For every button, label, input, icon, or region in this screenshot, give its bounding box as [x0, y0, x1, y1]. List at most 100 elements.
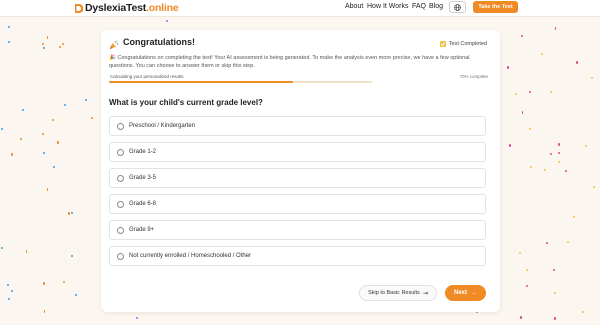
confetti-piece: [165, 20, 168, 23]
confetti-piece: [71, 212, 73, 215]
confetti-piece: [541, 52, 544, 55]
confetti-piece: [57, 140, 59, 144]
confetti-piece: [557, 160, 560, 163]
party-popper-icon: [109, 37, 119, 49]
option-grade-3-5[interactable]: Grade 3-5: [109, 168, 486, 188]
skip-button-label: Skip to Basic Results: [368, 290, 420, 296]
progress-bar: [109, 81, 372, 83]
confetti-piece: [544, 168, 547, 171]
globe-icon: [454, 0, 461, 16]
confetti-piece: [51, 119, 54, 122]
confetti-piece: [59, 45, 62, 48]
confetti-piece: [592, 186, 595, 189]
skip-to-basic-results-button[interactable]: Skip to Basic Results ⇥: [359, 285, 437, 301]
option-grade-6-8[interactable]: Grade 6-8: [109, 194, 486, 214]
confetti-piece: [550, 153, 553, 156]
confetti-piece: [11, 289, 14, 292]
nav-link-how-it-works[interactable]: How It Works: [367, 3, 409, 10]
question-title: What is your child's current grade level…: [109, 98, 263, 107]
confetti-piece: [135, 317, 138, 320]
confetti-piece: [7, 297, 10, 300]
confetti-piece: [529, 127, 532, 130]
confetti-piece: [557, 152, 560, 155]
confetti-piece: [545, 241, 548, 244]
next-button[interactable]: Next →: [445, 285, 486, 301]
confetti-piece: [46, 35, 49, 39]
option-label: Grade 1-2: [129, 149, 157, 155]
radio-button[interactable]: [117, 174, 124, 182]
confetti-piece: [7, 26, 10, 29]
results-card: Congratulations! Test Completed 🎉 Congra…: [101, 30, 500, 312]
site-logo[interactable]: DyslexiaTest .online: [74, 1, 179, 15]
confetti-piece: [74, 294, 77, 297]
card-header: Congratulations!: [109, 37, 195, 49]
confetti-piece: [554, 316, 556, 320]
radio-button[interactable]: [117, 122, 124, 130]
option-preschool-kindergarten[interactable]: Preschool / Kindergarten: [109, 116, 486, 136]
confetti-piece: [20, 138, 23, 141]
confetti-piece: [68, 211, 70, 215]
option-label: Grade 3-5: [129, 175, 157, 181]
arrow-right-icon: ⇥: [422, 290, 428, 297]
confetti-piece: [85, 99, 88, 102]
confetti-piece: [553, 291, 556, 294]
confetti-piece: [62, 280, 65, 283]
confetti-piece: [566, 241, 569, 244]
confetti-piece: [520, 35, 523, 38]
confetti-piece: [591, 76, 593, 79]
confetti-piece: [525, 269, 528, 272]
confetti-piece: [554, 27, 557, 31]
option-label: Grade 6-8: [129, 201, 157, 207]
confetti-piece: [53, 166, 56, 169]
confetti-piece: [41, 42, 44, 45]
confetti-piece: [0, 246, 3, 249]
confetti-piece: [42, 47, 45, 50]
option-label: Not currently enrolled / Homeschooled / …: [129, 253, 252, 259]
confetti-piece: [11, 153, 13, 157]
nav-link-about[interactable]: About: [345, 3, 363, 10]
language-selector-button[interactable]: [449, 1, 466, 13]
confetti-piece: [526, 285, 529, 288]
radio-button[interactable]: [117, 200, 124, 208]
intro-text: 🎉 Congratulations on completing the test…: [109, 55, 470, 69]
confetti-piece: [62, 42, 65, 45]
logo-tld: .online: [146, 2, 179, 14]
confetti-piece: [63, 104, 66, 107]
radio-button[interactable]: [117, 226, 124, 234]
progress-bar-fill: [109, 81, 294, 83]
test-completed-status: Test Completed: [439, 41, 487, 47]
option-grade-9-plus[interactable]: Grade 9+: [109, 220, 486, 240]
confetti-piece: [520, 315, 522, 319]
confetti-piece: [582, 310, 585, 313]
arrow-right-icon: →: [471, 290, 477, 296]
confetti-piece: [564, 169, 567, 172]
top-navigation-bar: DyslexiaTest .online About How It Works F…: [0, 0, 600, 17]
confetti-piece: [25, 249, 28, 253]
confetti-piece: [46, 188, 49, 192]
confetti-piece: [518, 251, 521, 254]
confetti-piece: [521, 111, 524, 115]
radio-button[interactable]: [117, 252, 124, 260]
confetti-piece: [530, 166, 533, 169]
confetti-piece: [90, 117, 93, 120]
confetti-piece: [558, 143, 560, 147]
radio-button[interactable]: [117, 148, 124, 156]
option-grade-1-2[interactable]: Grade 1-2: [109, 142, 486, 162]
logo-text: DyslexiaTest: [85, 2, 147, 14]
nav-link-faq[interactable]: FAQ: [412, 3, 426, 10]
option-not-enrolled-other[interactable]: Not currently enrolled / Homeschooled / …: [109, 246, 486, 266]
confetti-piece: [584, 144, 587, 147]
logo-icon: [74, 3, 83, 14]
confetti-piece: [528, 91, 531, 93]
next-button-label: Next: [453, 290, 467, 296]
confetti-piece: [509, 143, 511, 147]
confetti-piece: [7, 40, 10, 43]
nav-link-blog[interactable]: Blog: [429, 3, 443, 10]
option-label: Grade 9+: [129, 227, 155, 233]
take-the-test-button[interactable]: Take the Test: [473, 1, 518, 13]
card-title: Congratulations!: [123, 37, 195, 47]
confetti-piece: [573, 215, 576, 218]
confetti-piece: [43, 310, 46, 314]
confetti-piece: [21, 108, 24, 111]
confetti-piece: [0, 127, 3, 130]
